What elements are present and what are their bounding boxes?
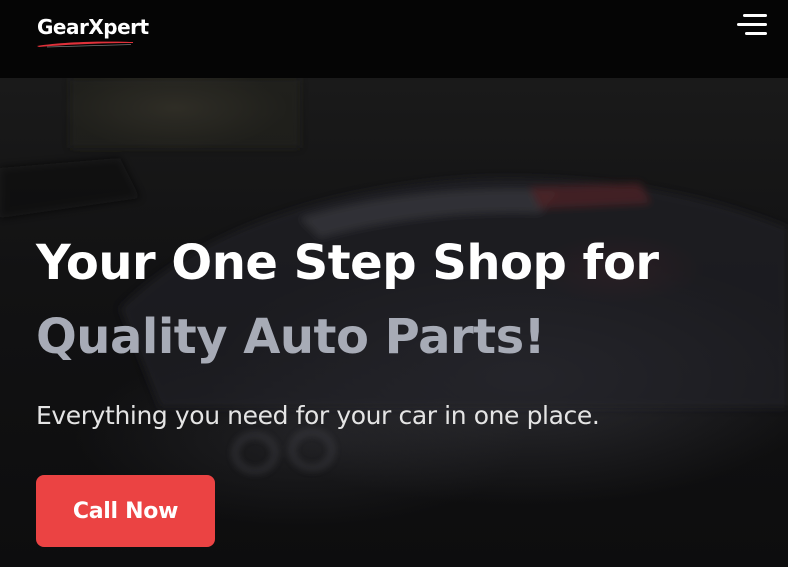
landing-page: GearXpert Your One Step Shop for Quality… [0,0,788,567]
hero-subtitle: Everything you need for your car in one … [36,401,600,430]
headline-line-primary: Your One Step Shop for [36,235,659,291]
menu-line-top [743,14,767,17]
logo[interactable]: GearXpert [37,14,157,48]
logo-swoosh-icon [37,41,133,48]
call-now-button[interactable]: Call Now [36,475,215,547]
hamburger-menu-icon[interactable] [735,10,769,40]
hero-headline: Your One Step Shop for Quality Auto Part… [36,226,776,374]
site-header: GearXpert [0,0,788,78]
logo-text: GearXpert [37,15,149,39]
menu-line-bottom [745,32,767,35]
headline-line-accent: Quality Auto Parts! [36,309,546,365]
menu-line-middle [737,23,767,26]
